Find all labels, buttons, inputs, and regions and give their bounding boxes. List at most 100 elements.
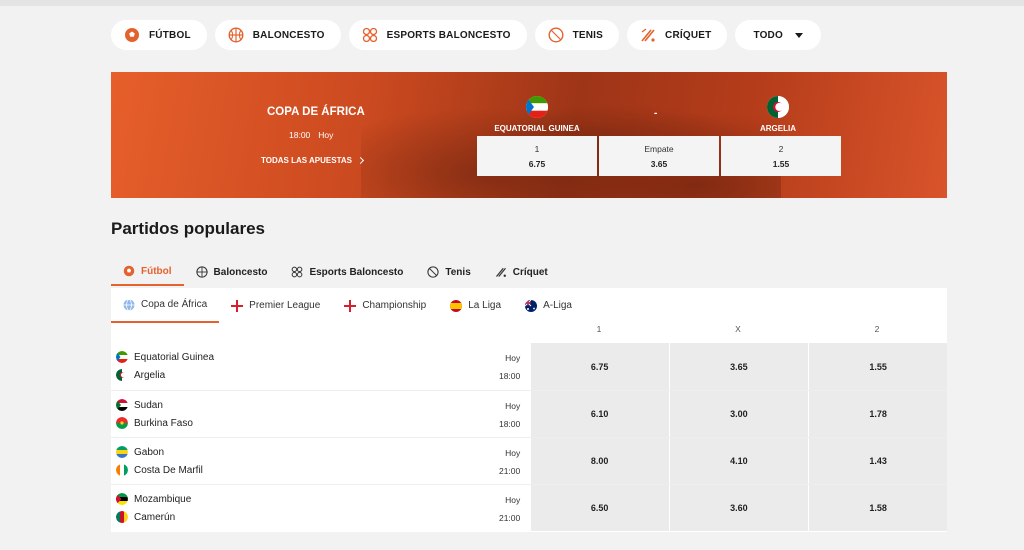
away-team: Argelia — [116, 369, 165, 381]
odd-home-button[interactable]: 8.00 — [530, 438, 669, 484]
odd-draw-button[interactable]: 3.00 — [670, 391, 808, 437]
sport-pill-tenis[interactable]: TENIS — [534, 20, 620, 50]
burkina-faso-flag-icon — [116, 417, 128, 429]
featured-match-banner: COPA DE ÁFRICA 18:00 Hoy TODAS LAS APUES… — [111, 72, 947, 198]
table-row: Mozambique Camerún Hoy 21:00 6.50 3.60 1… — [111, 484, 947, 531]
equatorial-guinea-flag-icon — [116, 351, 128, 363]
sport-pill-label: BALONCESTO — [252, 29, 325, 41]
league-tab-label: Premier League — [249, 300, 321, 311]
sport-pill-label: ESPORTS BALONCESTO — [386, 29, 511, 41]
league-tab-copa-africa[interactable]: Copa de África — [111, 288, 220, 323]
tab-label: Fútbol — [141, 265, 172, 277]
league-tab-la-liga[interactable]: La Liga — [438, 288, 513, 323]
league-tab-label: La Liga — [468, 300, 502, 311]
match-time: 21:00 — [498, 466, 521, 476]
match-info[interactable]: Mozambique Camerún Hoy 21:00 — [111, 485, 529, 531]
team-name: Equatorial Guinea — [134, 351, 215, 363]
match-info[interactable]: Gabon Costa De Marfil Hoy 21:00 — [111, 438, 529, 484]
team-name: Mozambique — [134, 493, 192, 505]
team-name: Costa De Marfil — [134, 464, 203, 476]
match-day: Hoy — [505, 448, 521, 458]
odd-away-button[interactable]: 1.78 — [809, 391, 947, 437]
banner-time: 18:00 — [289, 130, 311, 140]
odd-draw-button[interactable]: 3.65 — [670, 343, 808, 390]
tab-baloncesto[interactable]: Baloncesto — [184, 258, 280, 286]
top-strip — [0, 0, 1024, 6]
section-title: Partidos populares — [111, 219, 265, 238]
sport-pill-label: TENIS — [572, 29, 604, 41]
banner-home-team: EQUATORIAL GUINEA — [477, 96, 597, 133]
tab-label: Baloncesto — [213, 266, 268, 278]
tab-tenis[interactable]: Tenis — [415, 258, 482, 286]
banner-away-name: ARGELIA — [760, 124, 796, 133]
tennis-ball-icon — [427, 266, 440, 278]
sport-pill-futbol[interactable]: FÚTBOL — [111, 20, 207, 50]
column-header-1: 1 — [596, 324, 602, 334]
mozambique-flag-icon — [116, 493, 128, 505]
all-bets-link[interactable]: TODAS LAS APUESTAS — [261, 156, 365, 165]
algeria-flag-icon — [116, 369, 128, 381]
cricket-icon — [639, 26, 657, 44]
cameroon-flag-icon — [116, 511, 128, 523]
sport-pill-label: FÚTBOL — [149, 29, 191, 41]
soccer-ball-icon — [123, 26, 141, 44]
column-header-x: X — [735, 324, 741, 334]
table-row: Sudan Burkina Faso Hoy 18:00 6.10 3.00 1… — [111, 390, 947, 437]
odd-label: 1 — [534, 143, 540, 154]
banner-separator: - — [654, 108, 658, 119]
banner-competition: COPA DE ÁFRICA — [267, 106, 365, 118]
gabon-flag-icon — [116, 446, 128, 458]
match-day: Hoy — [505, 401, 521, 411]
odd-value: 1.55 — [772, 158, 790, 169]
odd-home-button[interactable]: 6.50 — [530, 485, 669, 531]
match-info[interactable]: Sudan Burkina Faso Hoy 18:00 — [111, 391, 529, 437]
equatorial-guinea-flag-icon — [526, 96, 548, 118]
esports-icon — [361, 26, 379, 44]
tab-label: Tenis — [445, 266, 471, 278]
odd-value: 3.65 — [650, 158, 668, 169]
match-time: 18:00 — [498, 419, 521, 429]
banner-kickoff: 18:00 Hoy — [289, 130, 333, 140]
tab-criquet[interactable]: Críquet — [483, 258, 560, 286]
crowd-background — [361, 72, 781, 198]
away-team: Camerún — [116, 511, 175, 523]
banner-odd-away[interactable]: 2 1.55 — [721, 136, 841, 176]
home-team: Mozambique — [116, 493, 191, 505]
banner-day: Hoy — [318, 130, 334, 140]
spain-flag-icon — [450, 299, 463, 312]
sport-nav: FÚTBOL BALONCESTO ESPORTS BALONCESTO TEN… — [111, 20, 821, 50]
sport-pill-criquet[interactable]: CRÍQUET — [627, 20, 728, 50]
match-info[interactable]: Equatorial Guinea Argelia Hoy 18:00 — [111, 343, 529, 390]
tab-esports[interactable]: Esports Baloncesto — [279, 258, 415, 286]
basketball-icon — [195, 266, 208, 278]
odd-home-button[interactable]: 6.10 — [530, 391, 669, 437]
tab-futbol[interactable]: Fútbol — [111, 258, 184, 286]
match-day: Hoy — [505, 353, 521, 363]
table-row: Gabon Costa De Marfil Hoy 21:00 8.00 4.1… — [111, 437, 947, 484]
team-name: Argelia — [134, 369, 166, 381]
match-time: 21:00 — [498, 513, 521, 523]
odd-away-button[interactable]: 1.58 — [809, 485, 947, 531]
banner-home-name: EQUATORIAL GUINEA — [494, 124, 580, 133]
league-tab-label: A-Liga — [543, 300, 572, 311]
sport-pill-baloncesto[interactable]: BALONCESTO — [214, 20, 341, 50]
odd-away-button[interactable]: 1.43 — [809, 438, 947, 484]
all-bets-label: TODAS LAS APUESTAS — [261, 156, 352, 165]
sport-pill-label: TODO — [753, 29, 783, 41]
banner-odd-home[interactable]: 1 6.75 — [477, 136, 597, 176]
banner-odds: 1 6.75 Empate 3.65 2 1.55 — [477, 136, 841, 176]
banner-odd-draw[interactable]: Empate 3.65 — [599, 136, 719, 176]
cricket-icon — [495, 267, 506, 277]
league-tab-championship[interactable]: Championship — [332, 288, 438, 323]
odd-value: 6.75 — [528, 158, 546, 169]
odd-draw-button[interactable]: 3.60 — [670, 485, 808, 531]
sport-pill-esports[interactable]: ESPORTS BALONCESTO — [348, 20, 527, 50]
league-tab-a-liga[interactable]: A-Liga — [513, 288, 584, 323]
odd-home-button[interactable]: 6.75 — [530, 343, 669, 390]
odd-away-button[interactable]: 1.55 — [809, 343, 947, 390]
england-flag-icon — [344, 299, 357, 312]
odd-draw-button[interactable]: 4.10 — [670, 438, 808, 484]
away-team: Costa De Marfil — [116, 464, 203, 476]
league-tab-premier-league[interactable]: Premier League — [219, 288, 332, 323]
sport-pill-todo[interactable]: TODO — [735, 20, 821, 50]
